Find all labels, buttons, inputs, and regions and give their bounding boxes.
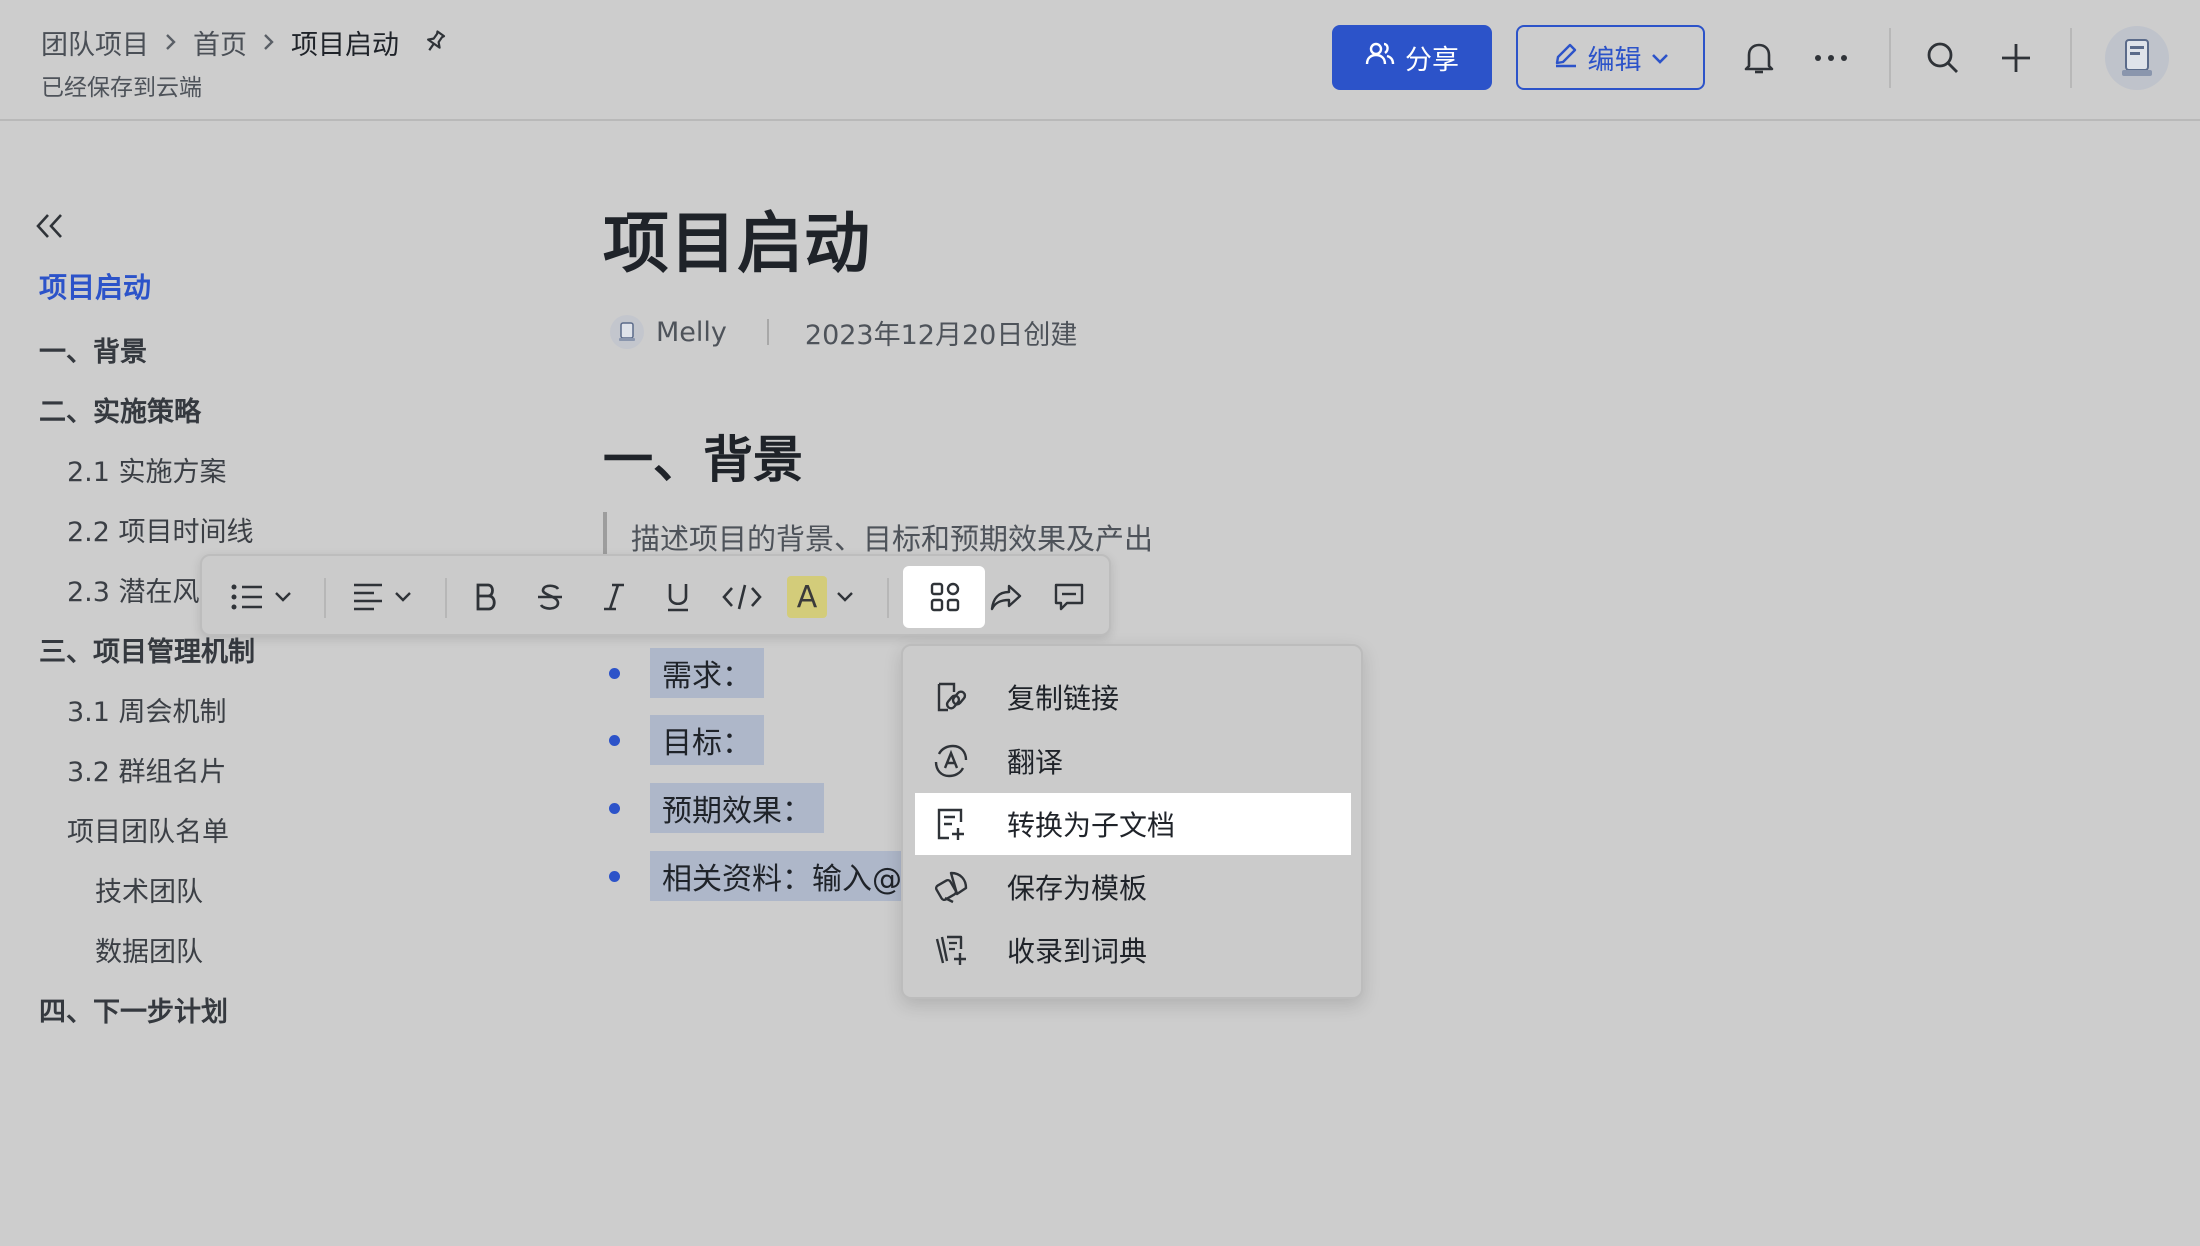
- page: 团队项目 首页 项目启动 已经保存到云端 分享 编辑 项目启动 一、背景 二、实…: [0, 0, 2200, 1246]
- italic-icon[interactable]: [592, 575, 636, 619]
- toc-item[interactable]: 一、背景: [39, 330, 147, 369]
- users-icon: [1365, 40, 1395, 75]
- menu-item-label: 转换为子文档: [1007, 809, 1176, 842]
- list-item[interactable]: 需求：: [609, 648, 764, 698]
- menu-item-label: 收录到词典: [1007, 935, 1148, 968]
- more-actions-menu: 复制链接 翻译 转换为子文档 保存为模板 收录到词典: [901, 644, 1363, 999]
- menu-item-copy-link[interactable]: 复制链接: [915, 666, 1351, 728]
- translate-icon: [931, 741, 971, 781]
- toc-item[interactable]: 项目启动: [39, 266, 151, 306]
- edit-button[interactable]: 编辑: [1516, 25, 1705, 90]
- header: 团队项目 首页 项目启动 已经保存到云端 分享 编辑: [0, 0, 2200, 121]
- author-row: Melly 2023年12月20日创建: [610, 312, 1077, 352]
- comment-icon[interactable]: [1047, 575, 1091, 619]
- toolbar-divider: [324, 578, 326, 618]
- highlight-color-button[interactable]: A: [787, 576, 827, 618]
- bullet-dot: [609, 734, 620, 746]
- created-date: 2023年12月20日创建: [804, 319, 1078, 351]
- bullet-dot: [609, 667, 620, 679]
- code-icon[interactable]: [717, 575, 767, 619]
- template-icon: [931, 867, 971, 907]
- collapse-sidebar-icon[interactable]: [34, 208, 70, 244]
- avatar[interactable]: [2105, 26, 2169, 90]
- toc-item[interactable]: 数据团队: [95, 930, 203, 969]
- format-toolbar: A: [200, 554, 1111, 636]
- more-icon[interactable]: [1811, 38, 1851, 78]
- toc-item[interactable]: 项目团队名单: [67, 810, 229, 849]
- document-title[interactable]: 项目启动: [603, 190, 871, 286]
- header-divider: [2070, 28, 2072, 88]
- bold-icon[interactable]: [464, 575, 508, 619]
- toolbar-divider: [445, 578, 447, 618]
- forward-icon[interactable]: [984, 575, 1028, 619]
- list-item-text: 相关资料：输入@: [650, 851, 914, 901]
- breadcrumb-item-current: 项目启动: [291, 29, 399, 61]
- strikethrough-icon[interactable]: [528, 575, 572, 619]
- list-item-text: 目标：: [650, 715, 764, 765]
- breadcrumb: 团队项目 首页 项目启动: [41, 22, 449, 62]
- bullet-dot: [609, 870, 620, 882]
- align-button[interactable]: [344, 575, 424, 619]
- meta-divider: [766, 319, 769, 345]
- save-status: 已经保存到云端: [41, 75, 202, 101]
- list-item[interactable]: 预期效果：: [609, 783, 824, 833]
- toc-item[interactable]: 2.3 潜在风: [67, 570, 200, 609]
- chevron-down-icon: [1650, 42, 1670, 73]
- breadcrumb-item-home[interactable]: 首页: [193, 23, 247, 62]
- search-icon[interactable]: [1923, 38, 1963, 78]
- list-item-text: 预期效果：: [650, 783, 824, 833]
- edit-label: 编辑: [1587, 45, 1642, 76]
- pencil-icon: [1552, 40, 1580, 75]
- toc-item[interactable]: 3.1 周会机制: [67, 690, 227, 729]
- dictionary-icon: [931, 930, 971, 970]
- menu-item-convert-subdoc[interactable]: 转换为子文档: [915, 793, 1351, 855]
- sub-doc-icon: [931, 804, 971, 844]
- author-avatar[interactable]: [610, 315, 644, 349]
- underline-icon[interactable]: [656, 575, 700, 619]
- chevron-right-icon: [163, 31, 179, 53]
- toc-item[interactable]: 四、下一步计划: [39, 990, 228, 1029]
- toc-item[interactable]: 二、实施策略: [39, 390, 201, 429]
- plus-icon[interactable]: [1996, 38, 2036, 78]
- bell-icon[interactable]: [1739, 38, 1779, 78]
- chevron-down-icon[interactable]: [830, 575, 860, 619]
- apps-grid-icon[interactable]: [923, 575, 967, 619]
- share-button[interactable]: 分享: [1332, 25, 1492, 90]
- menu-item-label: 保存为模板: [1007, 872, 1148, 905]
- share-label: 分享: [1405, 45, 1459, 76]
- section-heading[interactable]: 一、背景: [603, 420, 803, 492]
- toc-item[interactable]: 3.2 群组名片: [67, 750, 227, 789]
- list-item[interactable]: 目标：: [609, 715, 764, 765]
- list-style-button[interactable]: [222, 575, 302, 619]
- toc-item[interactable]: 技术团队: [95, 870, 203, 909]
- menu-item-add-dictionary[interactable]: 收录到词典: [915, 919, 1351, 981]
- list-item[interactable]: 相关资料：输入@: [609, 851, 914, 901]
- link-icon: [931, 677, 971, 717]
- toc-item[interactable]: 2.2 项目时间线: [67, 510, 254, 549]
- toc-item[interactable]: 2.1 实施方案: [67, 450, 227, 489]
- list-item-text: 需求：: [650, 648, 764, 698]
- pin-icon[interactable]: [421, 28, 449, 56]
- menu-item-translate[interactable]: 翻译: [915, 730, 1351, 792]
- header-divider: [1889, 28, 1891, 88]
- author-name[interactable]: Melly: [656, 317, 727, 348]
- menu-item-label: 复制链接: [1007, 682, 1120, 715]
- chevron-right-icon: [261, 31, 277, 53]
- quote-text: 描述项目的背景、目标和预期效果及产出: [631, 522, 1154, 556]
- breadcrumb-item-team[interactable]: 团队项目: [41, 23, 149, 62]
- toolbar-divider: [887, 578, 889, 618]
- menu-item-label: 翻译: [1007, 746, 1064, 779]
- menu-item-save-template[interactable]: 保存为模板: [915, 856, 1351, 918]
- bullet-dot: [609, 802, 620, 814]
